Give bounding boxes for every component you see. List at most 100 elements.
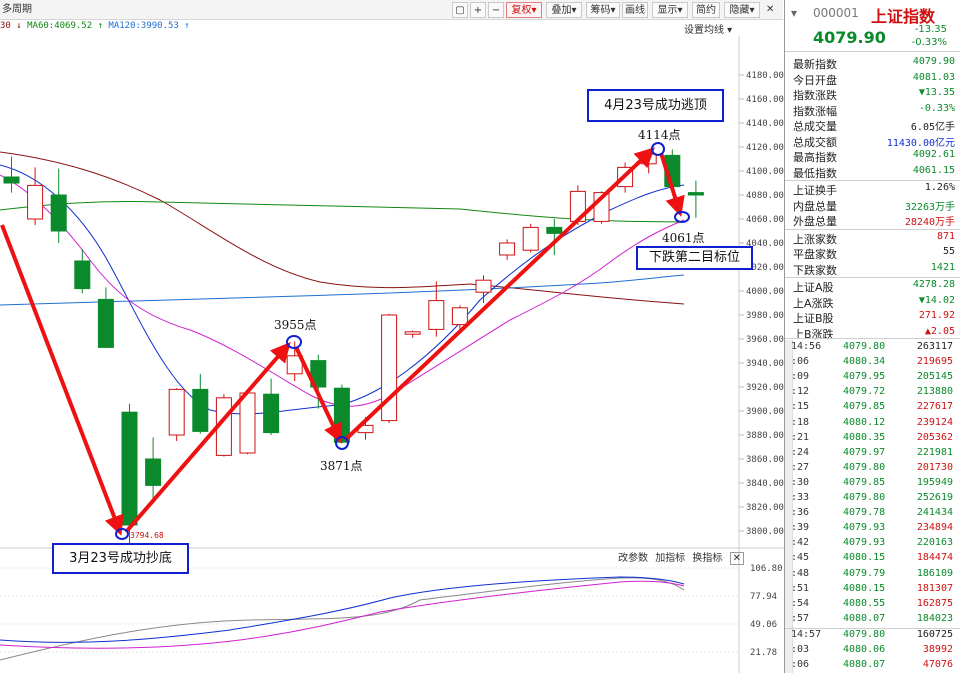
label-3955: 3955点 bbox=[274, 318, 317, 332]
stat-value: 28240万手 bbox=[904, 217, 955, 228]
tick-volume: 47076 bbox=[922, 659, 953, 671]
tick-volume: 162875 bbox=[916, 597, 953, 609]
tick-price: 4079.80 bbox=[843, 628, 886, 640]
candle-body bbox=[239, 392, 256, 454]
price-tick-label: 3840.00 bbox=[746, 479, 784, 489]
stat-value: 871 bbox=[936, 230, 955, 242]
label-4114: 4114点 bbox=[638, 128, 681, 142]
tick-row: :06 4080.34 219695 bbox=[785, 356, 960, 371]
tick-row: :03 4080.06 38992 bbox=[785, 644, 960, 659]
tick-volume: 181307 bbox=[916, 582, 953, 594]
stat-value: 4092.61 bbox=[912, 149, 955, 160]
tick-time: :06 bbox=[791, 356, 810, 368]
price-tick-label: 3820.00 bbox=[746, 503, 784, 513]
stat-row: 指数涨跌 ▼13.35 bbox=[785, 87, 960, 103]
price-tick-label: 4180.00 bbox=[746, 71, 784, 81]
candle-body bbox=[522, 226, 539, 251]
stat-row: 总成交额 11430.00亿元 bbox=[785, 134, 960, 150]
candle-body bbox=[263, 393, 280, 434]
tick-time: :42 bbox=[791, 537, 810, 549]
low-marker-label: 3794.68 bbox=[130, 531, 164, 540]
price-tick-label: 4160.00 bbox=[746, 95, 784, 105]
stat-row: 上涨家数 871 bbox=[785, 231, 960, 247]
stat-value: 4079.90 bbox=[912, 56, 955, 67]
candle-body bbox=[50, 194, 67, 232]
add-indicator-button[interactable]: 加指标 bbox=[655, 553, 685, 564]
tick-time: :12 bbox=[791, 386, 810, 398]
tick-time: :03 bbox=[791, 644, 810, 655]
tick-row: :57 4080.07 184023 bbox=[785, 613, 960, 628]
tick-volume: 241434 bbox=[916, 507, 953, 519]
candle-body bbox=[428, 300, 445, 330]
price-tick-label: 3900.00 bbox=[746, 407, 784, 417]
stat-label: 上证A股 bbox=[793, 281, 834, 294]
edit-params-button[interactable]: 改参数 bbox=[618, 553, 648, 564]
tick-time: :33 bbox=[791, 492, 810, 503]
stat-label: 上证换手 bbox=[793, 184, 837, 197]
tick-price: 4079.80 bbox=[843, 341, 886, 352]
stat-label: 今日开盘 bbox=[793, 73, 837, 87]
chevron-down-icon[interactable]: ▾ bbox=[791, 6, 797, 20]
tick-price: 4079.85 bbox=[843, 401, 886, 413]
stat-row: 上证A股 4278.28 bbox=[785, 279, 960, 295]
stat-row: 内盘总量 32263万手 bbox=[785, 198, 960, 214]
stat-value: 6.05亿手 bbox=[910, 122, 955, 133]
close-indicator-icon[interactable]: ✕ bbox=[729, 552, 744, 565]
tick-price: 4080.15 bbox=[843, 552, 886, 564]
label-3871: 3871点 bbox=[320, 459, 363, 473]
candle-body bbox=[145, 458, 162, 486]
tick-time: :36 bbox=[791, 507, 810, 519]
stat-row: 今日开盘 4081.03 bbox=[785, 72, 960, 88]
tick-row: 14:57 4079.80 160725 bbox=[785, 629, 960, 644]
stat-row: 平盘家数 55 bbox=[785, 246, 960, 262]
stat-label: 总成交额 bbox=[793, 135, 837, 149]
price-tick-label: 4000.00 bbox=[746, 287, 784, 297]
indicator-line-j bbox=[0, 580, 685, 649]
marker-ellipse-low bbox=[115, 528, 129, 540]
candle-body bbox=[74, 260, 91, 290]
stat-value: ▲2.05 bbox=[924, 325, 955, 337]
stat-value: 1421 bbox=[930, 261, 955, 273]
tick-price: 4080.06 bbox=[843, 644, 886, 655]
tick-row: :27 4079.80 201730 bbox=[785, 462, 960, 477]
candle-body bbox=[3, 176, 20, 184]
candle-body bbox=[97, 298, 114, 348]
annotation-target-box: 下跌第二目标位 bbox=[636, 246, 753, 270]
tick-price: 4080.35 bbox=[843, 431, 886, 443]
candle-body bbox=[546, 226, 563, 234]
indicator-tick-label: 49.06 bbox=[750, 620, 777, 630]
stat-row: 指数涨幅 -0.33% bbox=[785, 103, 960, 119]
tick-row: :54 4080.55 162875 bbox=[785, 598, 960, 613]
tick-volume: 227617 bbox=[916, 401, 953, 413]
stat-value: 4278.28 bbox=[912, 279, 955, 290]
tick-time: :57 bbox=[791, 612, 810, 624]
indicator-tick-label: 77.94 bbox=[750, 592, 777, 602]
tick-time: :39 bbox=[791, 522, 810, 534]
tick-row: 14:56 4079.80 263117 bbox=[785, 341, 960, 356]
tick-row: :18 4080.12 239124 bbox=[785, 417, 960, 432]
tick-price: 4079.95 bbox=[843, 371, 886, 383]
tick-volume: 201730 bbox=[916, 461, 953, 473]
tick-volume: 239124 bbox=[916, 416, 953, 428]
tick-row: :24 4079.97 221981 bbox=[785, 447, 960, 462]
tick-time: :45 bbox=[791, 552, 810, 564]
tick-time: :18 bbox=[791, 416, 810, 428]
tick-row: :09 4079.95 205145 bbox=[785, 371, 960, 386]
quote-header: ▾ 000001 上证指数 4079.90 -13.35 -0.33% bbox=[785, 0, 960, 52]
tick-price: 4080.34 bbox=[843, 356, 886, 368]
stat-value: 4081.03 bbox=[912, 71, 955, 83]
indicator-line-d bbox=[0, 576, 685, 643]
price-tick-label: 3920.00 bbox=[746, 383, 784, 393]
stat-row: 总成交量 6.05亿手 bbox=[785, 118, 960, 134]
tick-time: :06 bbox=[791, 659, 810, 671]
tick-row: :48 4079.79 186109 bbox=[785, 568, 960, 583]
change-indicator-button[interactable]: 换指标 bbox=[692, 553, 722, 564]
price-axis: 4180.00 4160.00 4140.00 4120.00 4100.00 4080.… bbox=[739, 71, 784, 537]
candle-body bbox=[451, 307, 468, 326]
tick-price: 4080.15 bbox=[843, 582, 886, 594]
indicator-tick-label: 106.80 bbox=[750, 564, 783, 574]
stat-label: 总成交量 bbox=[793, 120, 837, 133]
tick-time: 14:57 bbox=[791, 628, 822, 640]
tick-time: :21 bbox=[791, 431, 810, 443]
tick-price: 4080.12 bbox=[843, 416, 886, 428]
